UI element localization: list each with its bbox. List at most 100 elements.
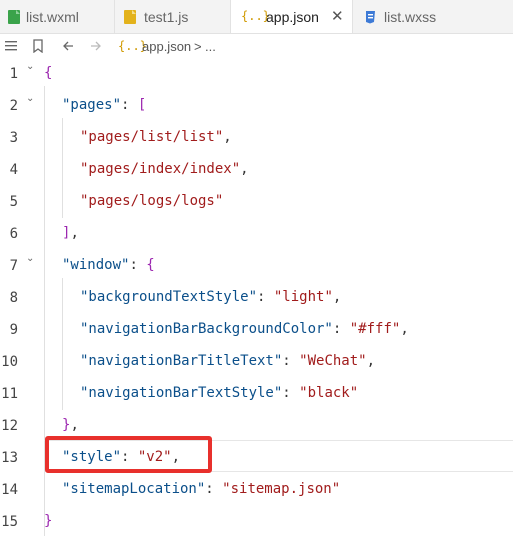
code-text: { [44, 65, 52, 81]
code-text: }, [62, 417, 79, 433]
tab-list-wxss[interactable]: list.wxss [353, 0, 513, 33]
code-line: 10 "navigationBarTitleText": "WeChat", [0, 346, 513, 378]
line-number: 2 [9, 98, 18, 114]
code-token: : [257, 289, 274, 305]
code-line: 8 "backgroundTextStyle": "light", [0, 282, 513, 314]
code-token: "sitemapLocation" [62, 481, 206, 497]
code-token: { [146, 257, 155, 273]
line-number: 10 [1, 354, 18, 370]
line-number: 11 [1, 386, 18, 402]
code-token: "WeChat" [299, 353, 367, 369]
breadcrumb-more[interactable]: ... [205, 39, 216, 54]
line-number: 1 [9, 66, 18, 82]
tab-list-wxml[interactable]: list.wxml [0, 0, 115, 33]
code-token: "backgroundTextStyle" [80, 289, 258, 305]
code-token: , [240, 161, 249, 177]
code-token: , [70, 225, 79, 241]
chevron-down-icon[interactable]: ⌄ [26, 253, 34, 264]
code-text: "navigationBarBackgroundColor": "#fff", [80, 321, 409, 337]
code-token: "light" [273, 289, 333, 305]
code-text: ], [62, 225, 79, 241]
code-text: "pages/logs/logs" [80, 193, 223, 209]
code-token: "pages/logs/logs" [80, 193, 224, 209]
line-number: 12 [1, 418, 18, 434]
code-token: , [70, 417, 79, 433]
code-token: } [44, 513, 53, 529]
js-file-icon [124, 10, 136, 24]
tab-label: app.json [266, 9, 319, 25]
annotation-highlight-box [45, 436, 212, 473]
code-token: "#fff" [349, 321, 401, 337]
code-text: "sitemapLocation": "sitemap.json" [62, 481, 340, 497]
code-line: 14 "sitemapLocation": "sitemap.json" [0, 474, 513, 506]
tab-app-json[interactable]: {..} app.json ✕ [231, 0, 353, 33]
code-text: "pages/list/list", [80, 129, 232, 145]
code-token: : [129, 257, 147, 273]
code-line: 9 "navigationBarBackgroundColor": "#fff"… [0, 314, 513, 346]
code-text: "pages": [ [62, 97, 146, 113]
close-tab-icon[interactable]: ✕ [331, 7, 344, 25]
code-line: 6 ], [0, 218, 513, 250]
code-token: "sitemap.json" [222, 481, 341, 497]
wxml-file-icon [8, 10, 20, 24]
line-number: 15 [1, 514, 18, 530]
code-line: 1 ⌄ { [0, 58, 513, 90]
line-number: 8 [9, 290, 18, 306]
code-line: 5 "pages/logs/logs" [0, 186, 513, 218]
code-token: : [332, 321, 350, 337]
code-line: 11 "navigationBarTextStyle": "black" [0, 378, 513, 410]
chevron-down-icon[interactable]: ⌄ [26, 61, 34, 72]
code-token: "window" [62, 257, 130, 273]
code-text: } [44, 513, 52, 529]
code-editor[interactable]: 1 ⌄ { 2 ⌄ "pages": [ 3 "pages/list/list"… [0, 58, 513, 555]
code-token: [ [137, 97, 147, 113]
code-token: "pages/list/list" [80, 129, 224, 145]
code-text: "navigationBarTitleText": "WeChat", [80, 353, 375, 369]
line-number: 5 [9, 194, 18, 210]
code-line: 2 ⌄ "pages": [ [0, 90, 513, 122]
code-line: 15 } [0, 506, 513, 538]
code-token: , [332, 289, 342, 305]
code-text: "backgroundTextStyle": "light", [80, 289, 341, 305]
code-line: 7 ⌄ "window": { [0, 250, 513, 282]
menu-icon[interactable] [5, 41, 17, 51]
tab-label: test1.js [144, 9, 189, 25]
line-number: 6 [9, 226, 18, 242]
breadcrumb-file[interactable]: app.json [142, 39, 191, 54]
code-text: "window": { [62, 257, 155, 273]
code-token: "pages/index/index" [80, 161, 241, 177]
breadcrumb: {..} app.json > ... [0, 34, 513, 58]
code-token: "pages" [62, 97, 122, 113]
code-token: : [282, 353, 300, 369]
code-token: , [400, 321, 409, 337]
code-line: 4 "pages/index/index", [0, 154, 513, 186]
code-token: , [366, 353, 376, 369]
code-token: "black" [299, 385, 359, 401]
code-token: "navigationBarTextStyle" [80, 385, 283, 401]
tab-label: list.wxml [26, 9, 79, 25]
line-number: 14 [1, 482, 18, 498]
line-number: 9 [9, 322, 18, 338]
code-line: 3 "pages/list/list", [0, 122, 513, 154]
tab-test1-js[interactable]: test1.js [115, 0, 231, 33]
line-number: 4 [9, 162, 18, 178]
code-token: "navigationBarTitleText" [80, 353, 283, 369]
line-number: 7 [9, 258, 18, 274]
code-token: : [205, 481, 223, 497]
chevron-down-icon[interactable]: ⌄ [26, 93, 34, 104]
code-token: , [223, 129, 232, 145]
editor-tab-bar: list.wxml test1.js {..} app.json ✕ list.… [0, 0, 513, 34]
code-token: : [282, 385, 300, 401]
breadcrumb-separator: > [194, 39, 202, 54]
line-number: 3 [9, 130, 18, 146]
css-file-icon [366, 11, 375, 24]
code-token: { [44, 65, 53, 81]
line-number: 13 [1, 450, 18, 466]
tab-label: list.wxss [384, 9, 437, 25]
forward-arrow-icon[interactable] [90, 40, 102, 52]
back-arrow-icon[interactable] [62, 40, 74, 52]
bookmark-icon[interactable] [33, 39, 43, 53]
code-text: "pages/index/index", [80, 161, 249, 177]
code-token: "navigationBarBackgroundColor" [80, 321, 333, 337]
code-token: : [121, 97, 138, 113]
